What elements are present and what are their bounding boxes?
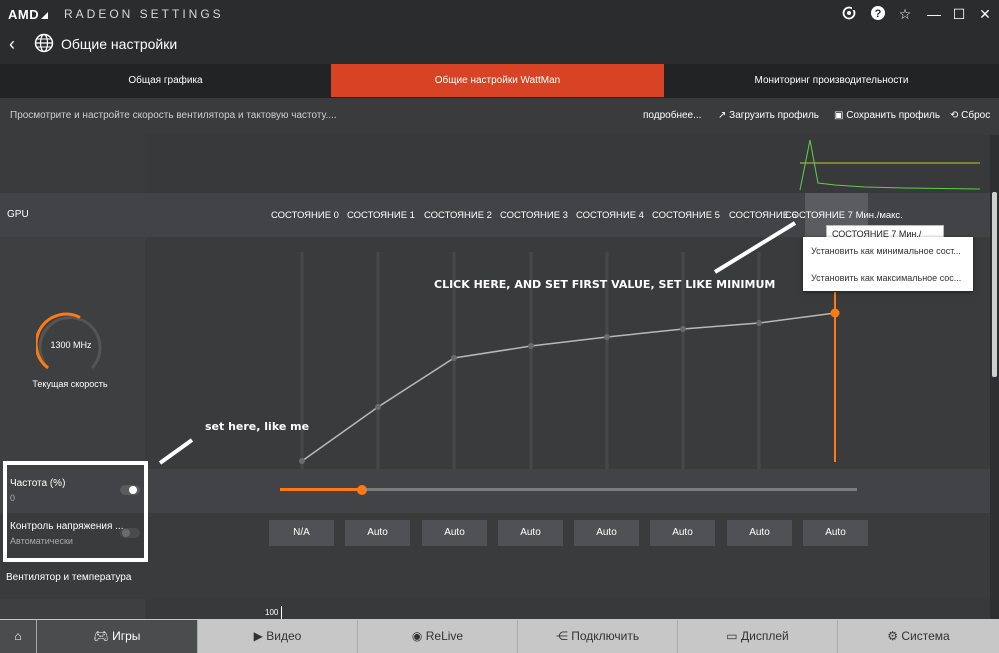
relive-icon: ◉ bbox=[411, 629, 423, 643]
gamepad-icon: 🎮︎ bbox=[93, 629, 109, 643]
nav-video[interactable]: ▶ Видео bbox=[198, 620, 358, 653]
annotation-highlight-box bbox=[3, 461, 148, 562]
home-icon: ⌂ bbox=[14, 629, 22, 643]
play-icon: ▶ bbox=[253, 629, 263, 643]
annotation-arrows bbox=[158, 221, 797, 465]
nav-home[interactable]: ⌂ bbox=[0, 620, 37, 653]
nav-relive-label: ReLive bbox=[425, 629, 464, 643]
settings-icon: ⚙ bbox=[887, 629, 899, 643]
nav-connect-label: Подключить bbox=[571, 629, 640, 643]
nav-video-label: Видео bbox=[266, 629, 302, 643]
nav-relive[interactable]: ◉ ReLive bbox=[358, 620, 518, 653]
nav-games[interactable]: 🎮︎ Игры bbox=[37, 620, 198, 653]
nav-games-label: Игры bbox=[112, 629, 141, 643]
nav-display[interactable]: ▭ Дисплей bbox=[678, 620, 838, 653]
nav-system[interactable]: ⚙ Система bbox=[838, 620, 999, 653]
share-icon: ⋲ bbox=[555, 629, 568, 643]
nav-system-label: Система bbox=[901, 629, 950, 643]
nav-connect[interactable]: ⋲ Подключить bbox=[518, 620, 678, 653]
monitor-icon: ▭ bbox=[726, 629, 738, 643]
nav-display-label: Дисплей bbox=[740, 629, 789, 643]
